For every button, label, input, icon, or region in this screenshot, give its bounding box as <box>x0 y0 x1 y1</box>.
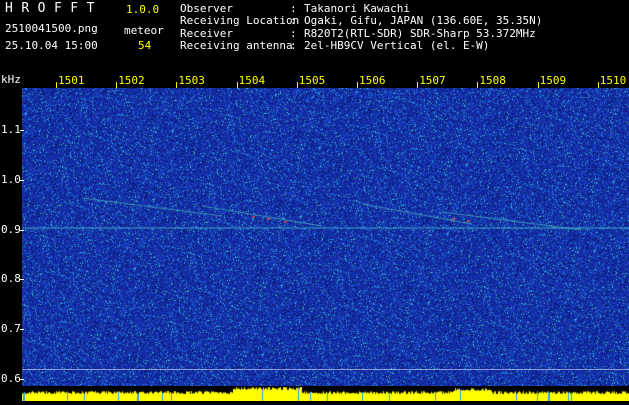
time-tick-label: 1501 <box>58 74 85 87</box>
time-tick-label: 1504 <box>238 74 266 87</box>
frequency-tick-label: 0.6 <box>1 372 21 385</box>
info-value: Takanori Kawachi <box>304 2 410 15</box>
meteor-count: 54 <box>138 39 152 52</box>
info-key: Receiving Location <box>180 14 300 28</box>
reference-line <box>22 369 629 370</box>
info-value: 2el-HB9CV Vertical (el. E-W) <box>304 39 490 53</box>
time-tick-label: 1510 <box>599 74 627 87</box>
time-axis: 1501 1502 1503 1504 1505 1506 1507 1508 1509 1510 <box>22 74 629 88</box>
time-tick-label: 1507 <box>419 74 446 87</box>
info-key: Receiving antenna <box>180 39 293 53</box>
frequency-tick-mark <box>20 329 24 331</box>
frequency-tick-mark <box>20 229 24 231</box>
frequency-unit-label: kHz <box>1 73 21 86</box>
spectrogram-noise <box>22 88 629 386</box>
signal-level-band <box>22 386 629 401</box>
frequency-tick-mark <box>20 379 24 380</box>
time-tick-label: 1502 <box>118 74 145 87</box>
app-version: 1.0.0 <box>126 3 160 16</box>
time-tick-label: 1506 <box>359 74 386 87</box>
info-row-antenna: Receiving antenna: 2el-HB9CV Vertical (el… <box>180 39 542 53</box>
station-info: Observer: Takanori Kawachi Receiving Loca… <box>180 2 543 53</box>
file-name: 2510041500.png <box>5 22 98 35</box>
frequency-tick-mark <box>20 279 24 281</box>
frequency-tick-label: 0.9 <box>1 222 21 236</box>
app-title: HROFFT <box>5 1 103 16</box>
info-separator: : <box>290 39 297 53</box>
time-tick-label: 1509 <box>539 74 567 87</box>
time-tick-label: 1503 <box>178 74 205 87</box>
spectrogram-plot <box>22 88 629 386</box>
info-value: R820T2(RTL-SDR) SDR-Sharp 53.372MHz <box>304 26 536 40</box>
frequency-tick-label: 0.8 <box>1 272 21 286</box>
mode-label: meteor <box>124 24 164 37</box>
info-value: Ogaki, Gifu, JAPAN (136.60E, 35.35N) <box>304 14 543 28</box>
signal-level-trace <box>22 387 629 401</box>
time-tick-label: 1508 <box>479 74 506 87</box>
frequency-tick-label: 1.1 <box>1 123 21 136</box>
header-panel: HROFFT 1.0.0 2510041500.png 25.10.04 15:… <box>0 0 629 86</box>
frequency-tick-mark <box>20 179 24 181</box>
frequency-tick-label: 1.0 <box>1 172 21 186</box>
info-separator: : <box>290 14 297 28</box>
time-tick-label: 1505 <box>298 74 326 87</box>
frequency-tick-label: 0.7 <box>1 322 21 336</box>
frequency-tick-mark <box>20 130 24 131</box>
capture-datetime: 25.10.04 15:00 <box>5 39 98 52</box>
